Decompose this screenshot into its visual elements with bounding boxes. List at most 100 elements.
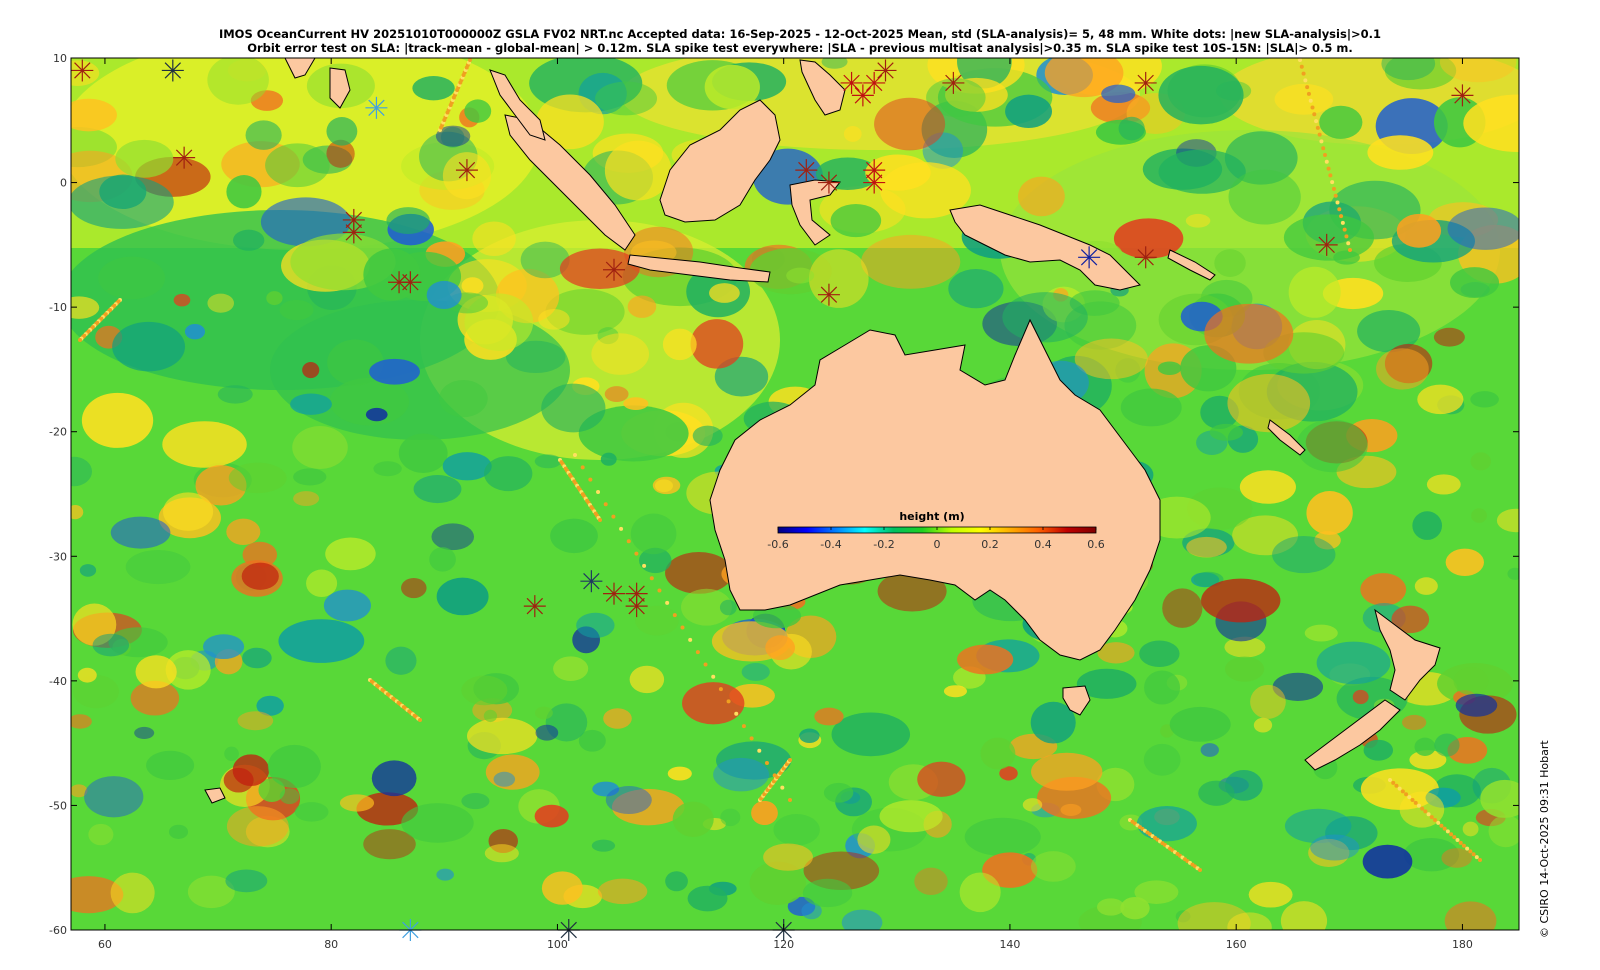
x-tick-label: 160 (1226, 938, 1247, 951)
eddy-blob (1022, 798, 1043, 812)
track-dot (626, 539, 631, 544)
eddy-blob (665, 871, 688, 892)
track-dot (1326, 166, 1331, 171)
eddy-blob (957, 644, 1014, 675)
eddy-blob (1414, 737, 1436, 756)
eddy-blob (134, 726, 155, 739)
eddy-blob (228, 462, 287, 494)
eddy-blob (1224, 656, 1265, 682)
eddy-blob (163, 492, 214, 531)
eddy-blob (534, 804, 569, 828)
eddy-blob (1455, 693, 1498, 717)
eddy-blob (1306, 491, 1353, 535)
eddy-blob (541, 871, 583, 905)
eddy-blob (559, 248, 640, 290)
eddy-blob (1447, 207, 1519, 250)
y-tick-label: -30 (49, 550, 67, 563)
eddy-blob (1162, 588, 1203, 628)
eddy-blob (1005, 94, 1053, 128)
track-dot (1339, 214, 1344, 219)
eddy-blob (293, 468, 327, 486)
eddy-blob (751, 800, 778, 826)
track-dot (1319, 139, 1324, 144)
eddy-blob (914, 867, 948, 896)
eddy-blob (279, 299, 314, 321)
track-dot (1433, 818, 1437, 822)
track-dot (764, 761, 769, 766)
eddy-blob (1274, 83, 1334, 115)
eddy-blob (1352, 689, 1369, 705)
track-dot (757, 748, 762, 753)
eddy-blob (814, 707, 844, 726)
eddy-blob (493, 771, 516, 787)
eddy-blob (84, 776, 144, 818)
eddy-blob (1316, 641, 1391, 685)
eddy-blob (1158, 65, 1244, 125)
track-dot (1333, 193, 1338, 198)
eddy-blob (843, 126, 862, 142)
eddy-blob (242, 647, 272, 669)
flag-star-marker (603, 582, 625, 605)
eddy-blob (576, 612, 615, 638)
track-dot (598, 518, 602, 522)
y-tick-label: 10 (53, 52, 67, 65)
track-dot (718, 687, 723, 692)
eddy-blob (401, 803, 474, 843)
eddy-blob (98, 256, 166, 300)
eddy-blob (1283, 214, 1375, 261)
track-dot (1397, 786, 1402, 791)
eddy-blob (874, 97, 946, 151)
eddy-blob (115, 139, 174, 178)
eddy-blob (1250, 684, 1286, 719)
flag-star-marker (173, 146, 196, 169)
flag-star-marker (399, 271, 422, 294)
eddy-blob (173, 293, 191, 307)
eddy-blob (92, 633, 130, 657)
track-dot (1335, 200, 1340, 205)
flag-star-marker (1315, 233, 1338, 256)
eddy-blob (1414, 577, 1438, 595)
eddy-blob (1453, 667, 1489, 696)
eddy-blob (1296, 419, 1368, 473)
eddy-blob (1470, 452, 1492, 471)
y-tick-label: -50 (49, 799, 67, 812)
eddy-blob (1417, 384, 1464, 415)
eddy-blob (429, 547, 456, 572)
eddy-blob (719, 599, 737, 616)
eddy-blob (1439, 58, 1517, 83)
track-dot (78, 338, 82, 342)
flag-star-marker (580, 570, 603, 593)
eddy-blob (629, 665, 665, 694)
eddy-blob (168, 824, 189, 839)
track-dot (1413, 800, 1418, 805)
eddy-blob (786, 267, 815, 284)
eddy-blob (226, 518, 261, 545)
track-dot (1455, 838, 1460, 842)
eddy-blob (959, 872, 1001, 913)
eddy-blob (81, 392, 154, 448)
track-dot (1429, 815, 1434, 820)
x-tick-label: 60 (98, 938, 112, 951)
track-dot (1436, 820, 1441, 825)
eddy-blob (600, 452, 617, 466)
track-dot (468, 58, 472, 62)
eddy-blob (682, 682, 745, 725)
track-dot (1344, 234, 1349, 239)
eddy-blob (667, 766, 692, 781)
track-dot (573, 453, 577, 457)
track-dot (1439, 823, 1444, 828)
flag-star-marker (625, 595, 648, 618)
eddy-blob (635, 605, 679, 636)
flag-star-marker (851, 84, 874, 107)
eddy-blob (135, 655, 177, 689)
track-dot (1323, 153, 1327, 157)
eddy-blob (1360, 573, 1407, 606)
flag-star-marker (1134, 71, 1157, 94)
eddy-blob (948, 268, 1004, 309)
eddy-blob (1445, 548, 1484, 576)
eddy-blob (595, 81, 658, 116)
eddy-blob (1031, 752, 1103, 791)
eddy-blob (371, 760, 417, 797)
track-dot (634, 551, 639, 556)
y-tick-label: -10 (49, 301, 67, 314)
